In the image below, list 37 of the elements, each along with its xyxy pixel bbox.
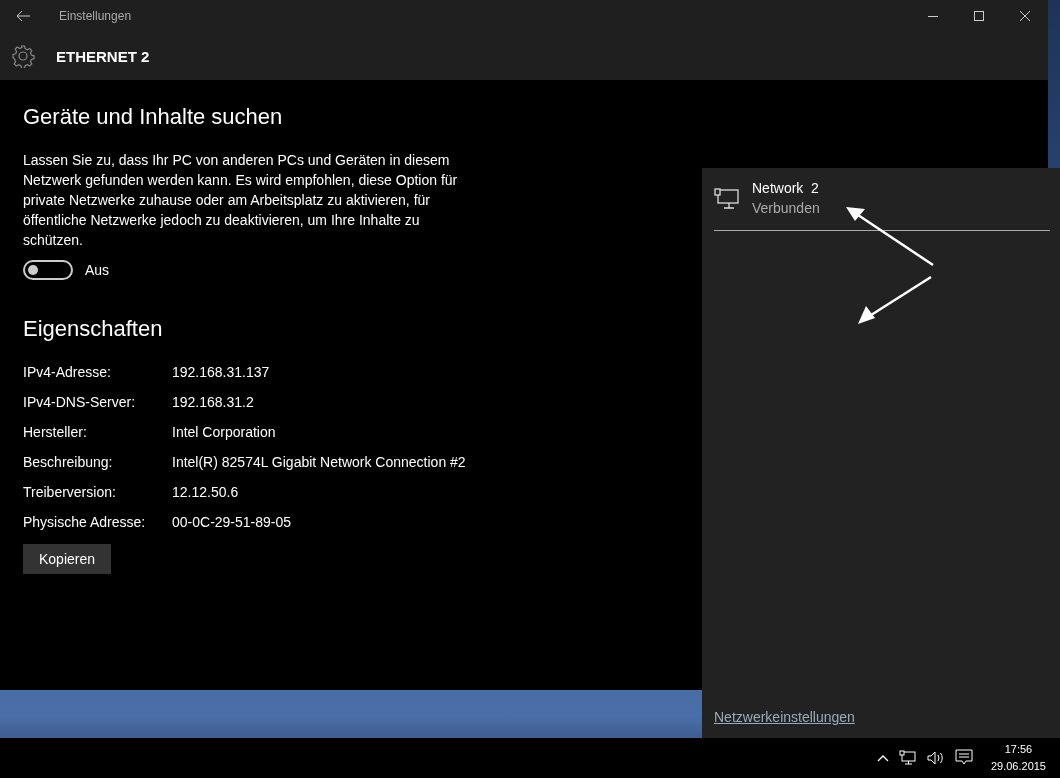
close-icon [1020,11,1030,21]
property-label: Hersteller: [23,423,88,442]
network-icon[interactable] [898,750,917,766]
property-value: 00-0C-29-51-89-05 [172,513,293,532]
property-label: Beschreibung: [23,453,114,472]
property-label: IPv4-Adresse: [23,363,112,382]
property-value: 192.168.31.137 [172,363,271,382]
network-status: Verbunden [752,199,820,218]
minimize-icon [928,15,938,17]
network-name: Network 2 [752,179,820,198]
clock-time: 17:56 [1003,742,1034,757]
property-label: IPv4-DNS-Server: [23,393,137,412]
property-value: Intel(R) 82574L Gigabit Network Connection #2 [172,453,467,472]
property-value: 12.12.50.6 [172,483,240,502]
back-arrow-icon[interactable] [16,10,30,22]
property-label: Physische Adresse: [23,513,147,532]
window-title: Einstellungen [58,9,133,23]
toggle-switch[interactable] [23,260,73,280]
clock-date: 29.06.2015 [990,759,1046,774]
property-label: Treiberversion: [23,483,117,502]
speaker-icon[interactable] [926,750,945,766]
chevron-up-icon[interactable] [876,754,889,762]
computer-network-icon [714,188,740,210]
copy-button[interactable]: Kopieren [23,544,112,574]
section-heading: Eigenschaften [23,316,164,342]
section-heading: Geräte und Inhalte suchen [23,104,284,130]
notification-icon[interactable] [954,749,973,767]
property-value: Intel Corporation [172,423,277,442]
gear-icon [11,44,35,68]
description-text: Lassen Sie zu, dass Ihr PC von anderen PCs und Geräten in diesem Netzwerk gefunden werden kann. Es wird empfohlen, diese Option für private Netzwerke zuhause oder am Arbeitsplatz zu aktivieren, für öffentliche Netzwerke jedoch zu deaktivieren, um Ihre Inhalte zu schützen. [23,151,459,250]
toggle-label: Aus [85,262,110,278]
page-header: ETHERNET 2 [56,47,150,65]
clock[interactable]: 17:56 29.06.2015 [982,741,1054,775]
network-item[interactable]: Network 2 Verbunden [702,168,1060,222]
maximize-icon [974,11,984,21]
property-value: 192.168.31.2 [172,393,255,412]
network-settings-link[interactable]: Netzwerkeinstellungen [714,709,855,725]
